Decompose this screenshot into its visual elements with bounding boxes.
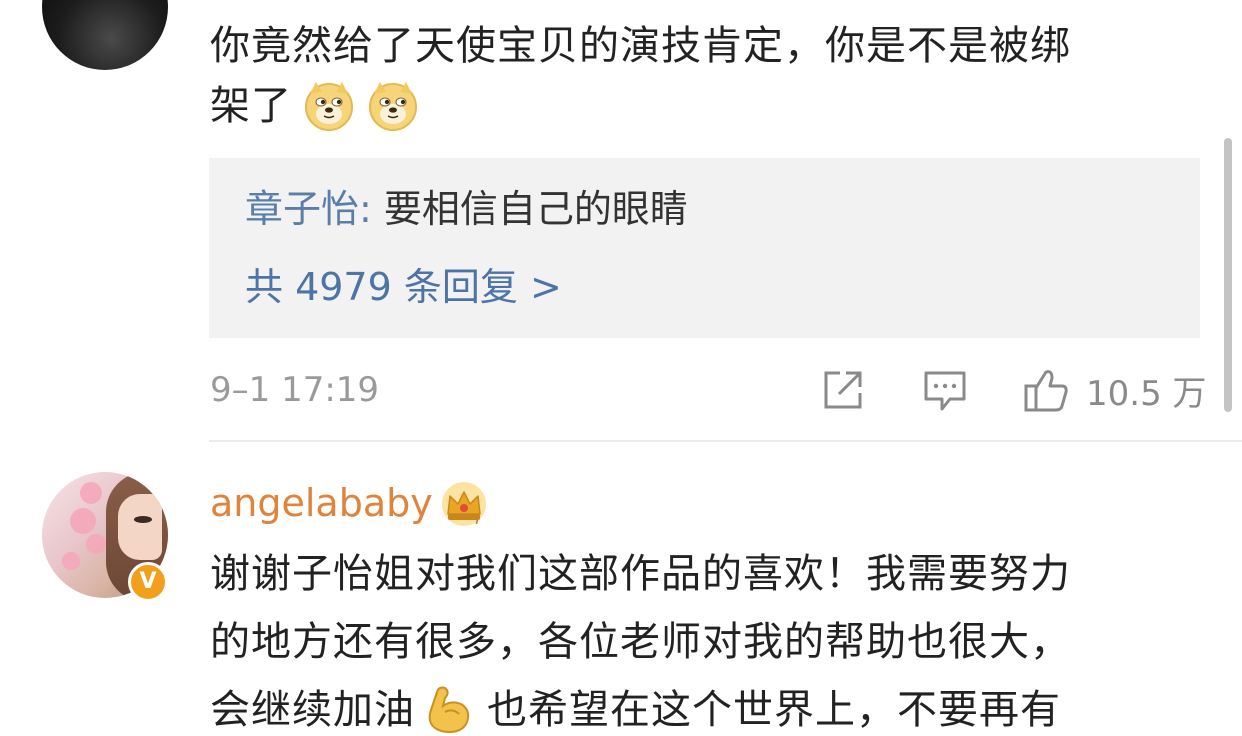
comment-line-text: 会继续加油 bbox=[210, 687, 415, 733]
comment-bubble-icon bbox=[924, 371, 966, 411]
crown-icon[interactable]: 7 bbox=[440, 480, 488, 528]
comment-text: 谢谢子怡姐对我们这部作品的喜欢！我需要努力 的地方还有很多，各位老师对我的帮助也… bbox=[210, 540, 1210, 736]
comment-username[interactable]: angelababy bbox=[210, 478, 433, 528]
view-all-replies-link[interactable]: 共 4979 条回复 > bbox=[245, 262, 562, 312]
reply-text: 要相信自己的眼睛 bbox=[383, 187, 688, 231]
weibo-comment-list: 你竟然给了天使宝贝的演技肯定，你是不是被绑 架了 章子怡: 要相信自己的眼睛 共… bbox=[0, 0, 1242, 736]
comment-button[interactable] bbox=[922, 366, 968, 414]
comment-line: 架了 bbox=[210, 76, 1200, 136]
comment-divider bbox=[209, 440, 1242, 442]
reply-username[interactable]: 章子怡 bbox=[245, 187, 359, 231]
avatar-eye bbox=[134, 516, 152, 523]
share-button[interactable] bbox=[820, 366, 866, 414]
like-button[interactable]: 10.5 万 bbox=[1022, 366, 1207, 414]
avatar-blossom bbox=[86, 534, 106, 554]
thumbs-up-icon bbox=[1024, 370, 1068, 412]
avatar-face bbox=[118, 494, 162, 560]
comment-line: 你竟然给了天使宝贝的演技肯定，你是不是被绑 bbox=[210, 23, 1071, 69]
comment-line: 的地方还有很多，各位老师对我的帮助也很大， bbox=[210, 619, 1071, 665]
like-count: 10.5 万 bbox=[1086, 373, 1207, 414]
svg-text:7: 7 bbox=[474, 513, 481, 527]
avatar-blossom bbox=[62, 552, 80, 570]
comment-text: 你竟然给了天使宝贝的演技肯定，你是不是被绑 架了 bbox=[210, 16, 1200, 136]
scrollbar[interactable] bbox=[1224, 138, 1232, 412]
reply-preview-box[interactable]: 章子怡: 要相信自己的眼睛 共 4979 条回复 > bbox=[209, 158, 1200, 338]
comment-line-text: 架了 bbox=[210, 83, 292, 129]
avatar[interactable] bbox=[42, 0, 168, 70]
comment-line: 会继续加油 也希望在这个世界上，不要再有 bbox=[210, 676, 1210, 736]
comment-line: 谢谢子怡姐对我们这部作品的喜欢！我需要努力 bbox=[210, 551, 1071, 597]
reply-separator: : bbox=[359, 187, 384, 231]
avatar-blossom bbox=[80, 482, 102, 504]
comment-meta-row: 9–1 17:19 10.5 万 bbox=[210, 362, 1207, 418]
doge-emoji-icon bbox=[305, 82, 353, 131]
reply-preview[interactable]: 章子怡: 要相信自己的眼睛 bbox=[245, 184, 688, 234]
avatar-blossom bbox=[70, 508, 96, 534]
comment-timestamp: 9–1 17:19 bbox=[210, 370, 380, 410]
share-icon bbox=[824, 371, 862, 409]
comment-line-text: 也希望在这个世界上，不要再有 bbox=[487, 687, 1061, 733]
verified-badge: V bbox=[128, 562, 168, 602]
flexed-biceps-icon bbox=[428, 686, 470, 734]
doge-emoji-icon bbox=[369, 82, 417, 131]
